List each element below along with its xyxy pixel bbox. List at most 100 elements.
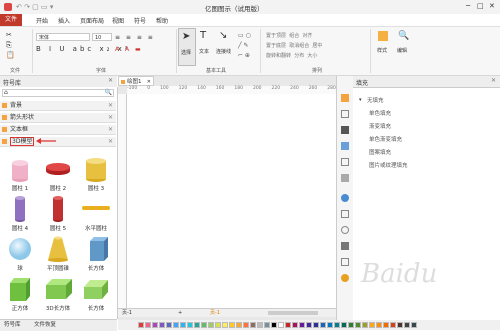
copy-icon[interactable]: ⎘ [6,41,12,50]
arrange-item[interactable]: 置于底层 [266,43,286,49]
color-swatch[interactable] [299,322,305,328]
menu-start[interactable]: 开始 [36,16,48,25]
menu-view[interactable]: 视图 [112,16,124,25]
color-swatch[interactable] [173,322,179,328]
color-swatch[interactable] [145,322,151,328]
color-swatch[interactable] [264,322,270,328]
color-swatch[interactable] [404,322,410,328]
comment-icon[interactable] [341,242,349,250]
color-swatch[interactable] [369,322,375,328]
connector-tool-button[interactable]: ↘ 连接线 [216,28,234,64]
data-icon[interactable] [341,210,349,218]
color-swatch[interactable] [306,322,312,328]
arrange-item[interactable]: 取消组合 [289,43,309,49]
page-indicator[interactable]: 页-1 [122,309,132,317]
color-swatch[interactable] [327,322,333,328]
collapse-icon[interactable]: ▾ [359,97,362,103]
page-icon[interactable] [341,158,349,166]
color-swatch[interactable] [383,322,389,328]
arrange-item[interactable]: 旋转和翻转 [266,53,291,59]
text-tool-button[interactable]: T 文本 [197,28,213,64]
shadow-icon[interactable] [341,126,349,134]
color-swatch[interactable] [236,322,242,328]
globe-icon[interactable] [341,194,349,202]
color-swatch[interactable] [341,322,347,328]
tab-file-recovery[interactable]: 文件恢复 [34,320,56,330]
page-tab[interactable]: 页-1 [210,309,220,317]
color-swatch[interactable] [208,322,214,328]
fill-icon[interactable] [341,94,349,102]
arrange-item[interactable]: 组合 [289,33,299,39]
close-icon[interactable]: ✕ [491,77,496,84]
close-icon[interactable]: ✕ [108,77,113,84]
color-swatch[interactable] [376,322,382,328]
color-swatch[interactable] [187,322,193,328]
menu-insert[interactable]: 插入 [58,16,70,25]
minimize-icon[interactable]: ─ [466,2,470,10]
style-button[interactable]: 样式 [376,29,390,63]
shape-cylinder-3[interactable]: 圆柱 3 [78,155,114,195]
color-swatch[interactable] [166,322,172,328]
color-swatch[interactable] [271,322,277,328]
color-swatch[interactable] [152,322,158,328]
fill-option-picture[interactable]: 图片或纹理填充 [369,161,408,169]
fill-option-none[interactable]: 无填充 [367,96,384,104]
home-icon[interactable]: ⌂ [4,89,8,96]
arrange-item[interactable]: 大小 [307,53,317,59]
close-icon[interactable]: ✕ [108,125,113,134]
fill-option-pattern[interactable]: 图案填充 [369,148,391,156]
color-swatch[interactable] [320,322,326,328]
arrange-item[interactable]: 对齐 [302,33,312,39]
library-arrows[interactable]: 箭头形状 ✕ [0,113,116,123]
color-swatch[interactable] [292,322,298,328]
color-swatch[interactable] [362,322,368,328]
color-swatch[interactable] [348,322,354,328]
select-tool-button[interactable]: ➤ 选择 [178,28,196,66]
color-swatch[interactable] [334,322,340,328]
shape-cube[interactable]: 正方体 [2,275,38,315]
cut-icon[interactable]: ✂ [6,31,12,39]
arrange-item[interactable]: 置于顶层 [266,33,286,39]
image-icon[interactable] [341,142,349,150]
library-textbox[interactable]: 文本框 ✕ [0,125,116,135]
drawing-page[interactable] [127,94,336,312]
expand-icon[interactable] [341,258,349,266]
shape-tools[interactable]: ▭ ○ ╱ ✎ ⌐ ⊕ [238,31,251,61]
shape-sphere[interactable]: 球 [2,235,38,275]
color-swatch[interactable] [194,322,200,328]
shape-3d-cuboid[interactable]: 3D长方体 [40,275,76,315]
maximize-icon[interactable]: □ [477,2,484,10]
shape-truncated-cone[interactable]: 平顶圆锥 [40,235,76,275]
document-tab[interactable]: 绘图1 ✕ [118,76,154,86]
search-input[interactable]: ⌂ 🔍 [2,89,114,97]
arrange-item[interactable]: 分布 [294,53,304,59]
color-swatch[interactable] [313,322,319,328]
align-icons[interactable]: ≡ ≡ ≡ ≡ [115,34,155,41]
shape-cuboid-green[interactable]: 长方体 [78,275,114,315]
shape-cylinder-2[interactable]: 圆柱 2 [40,155,76,195]
layer-icon[interactable] [341,174,349,182]
close-icon[interactable]: ✕ [489,2,495,10]
color-swatch[interactable] [278,322,284,328]
fill-option-gradient[interactable]: 渐变填充 [369,122,391,130]
help-icon[interactable] [341,274,349,282]
shape-cylinder-5[interactable]: 圆柱 5 [40,195,76,235]
menu-file[interactable]: 文件 [0,14,22,26]
quick-access-icon[interactable]: ↶ ↷ ▢ ▭ ▾ [16,3,53,11]
library-background[interactable]: 背景 ✕ [0,101,116,111]
color-swatch[interactable] [390,322,396,328]
line-icon[interactable] [341,110,349,118]
color-swatch[interactable] [222,322,228,328]
color-swatch[interactable] [180,322,186,328]
color-swatch[interactable] [250,322,256,328]
close-icon[interactable]: ✕ [108,137,113,146]
close-icon[interactable]: ✕ [108,101,113,110]
menu-symbol[interactable]: 符号 [134,16,146,25]
paste-icon[interactable]: 📋 [6,51,15,59]
close-icon[interactable]: ✕ [108,113,113,122]
arrange-item[interactable]: 居中 [312,43,322,49]
edit-button[interactable]: 🔍 编辑 [396,29,410,63]
color-swatch[interactable] [229,322,235,328]
font-size-select[interactable]: 10 [92,33,112,41]
color-swatch[interactable] [159,322,165,328]
